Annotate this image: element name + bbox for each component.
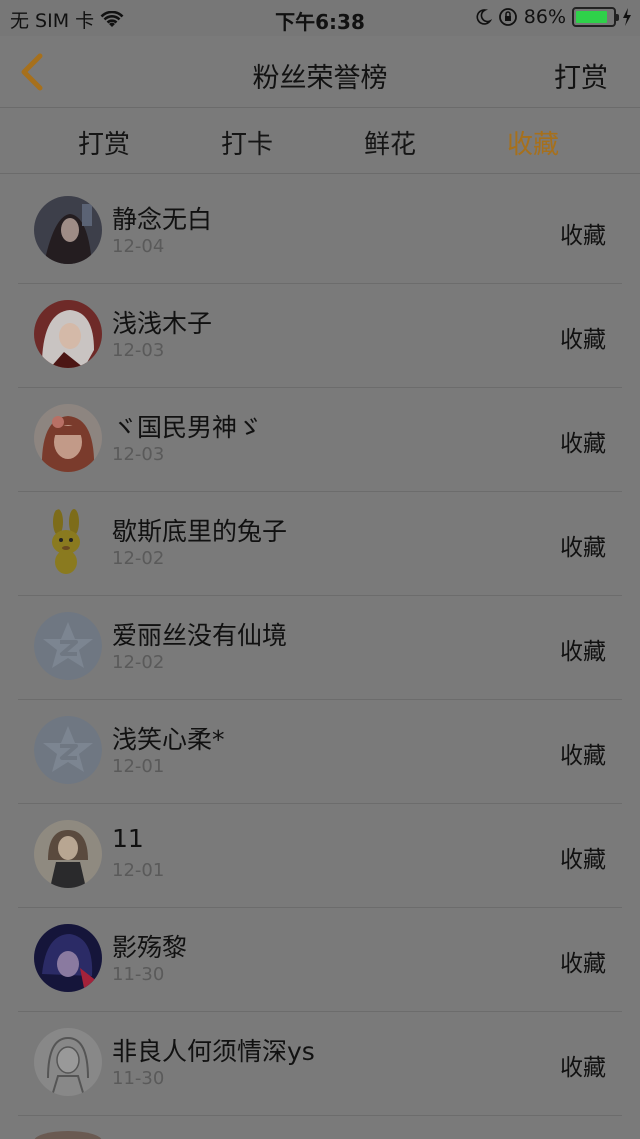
nav-bar: 粉丝荣誉榜 打赏 xyxy=(0,36,640,108)
dark-anime-avatar xyxy=(34,924,102,992)
battery-icon xyxy=(572,7,619,27)
fan-date: 12-02 xyxy=(112,548,165,569)
list-item[interactable]: 浅笑心柔* 12-01 收藏 xyxy=(18,700,622,804)
fan-action: 收藏 xyxy=(560,327,606,353)
fan-name: 11 xyxy=(112,824,144,853)
fan-date: 12-03 xyxy=(112,444,165,465)
battery-fill xyxy=(576,11,607,23)
fan-date: 12-01 xyxy=(112,860,165,881)
fan-date: 12-03 xyxy=(112,340,165,361)
reward-button[interactable]: 打赏 xyxy=(554,56,608,95)
default-star-avatar xyxy=(34,612,102,680)
default-star-avatar xyxy=(34,716,102,784)
list-item[interactable]: 浅浅木子 12-03 收藏 xyxy=(18,284,622,388)
status-bar: 无 SIM 卡 下午6:38 86% xyxy=(0,0,640,36)
tab-flowers[interactable]: 鲜花 xyxy=(340,124,440,161)
fan-name: 影殇黎 xyxy=(112,933,188,962)
fan-action: 收藏 xyxy=(560,743,606,769)
moon-icon xyxy=(476,9,492,25)
list-item[interactable]: 静念无白 12-04 收藏 xyxy=(18,180,622,284)
battery-percent: 86% xyxy=(523,6,566,28)
fan-name: 爱丽丝没有仙境 xyxy=(112,621,288,650)
anime-girl-avatar xyxy=(34,196,102,264)
fan-action: 收藏 xyxy=(560,535,606,561)
list-item[interactable]: 非良人何须情深ys 11-30 收藏 xyxy=(18,1012,622,1116)
back-button[interactable] xyxy=(16,52,50,92)
fan-action: 收藏 xyxy=(560,847,606,873)
fan-name: 非良人何须情深ys xyxy=(112,1037,315,1066)
sketch-girl-avatar xyxy=(34,1028,102,1096)
girl-photo-avatar xyxy=(34,404,102,472)
status-right: 86% xyxy=(474,6,632,28)
white-hair-avatar xyxy=(34,300,102,368)
fan-date: 12-01 xyxy=(112,756,165,777)
tab-bar: 打赏 打卡 鲜花 收藏 xyxy=(0,108,640,174)
tab-checkin[interactable]: 打卡 xyxy=(197,124,297,161)
charging-bolt-icon xyxy=(623,8,631,26)
fan-action: 收藏 xyxy=(560,639,606,665)
fan-list: 静念无白 12-04 收藏 浅浅木子 12-03 收藏 ヾ国民男神ゞ 12-03… xyxy=(0,180,640,1116)
list-item[interactable]: 11 12-01 收藏 xyxy=(18,804,622,908)
fan-name: 静念无白 xyxy=(112,205,213,234)
fan-action: 收藏 xyxy=(560,431,606,457)
page-title: 粉丝荣誉榜 xyxy=(252,63,388,94)
tab-favorites[interactable]: 收藏 xyxy=(483,124,583,161)
fan-name: 歇斯底里的兔子 xyxy=(112,517,288,546)
fan-name: ヾ国民男神ゞ xyxy=(112,413,263,442)
anime-dark-dress-avatar xyxy=(34,820,102,888)
rotation-lock-icon xyxy=(498,8,517,26)
fan-action: 收藏 xyxy=(560,951,606,977)
fan-date: 12-02 xyxy=(112,652,165,673)
partial-avatar xyxy=(34,1131,102,1139)
fan-date: 11-30 xyxy=(112,1068,165,1089)
yellow-rabbit-avatar xyxy=(34,508,102,576)
list-item[interactable]: 歇斯底里的兔子 12-02 收藏 xyxy=(18,492,622,596)
chevron-left-icon xyxy=(21,53,43,91)
fan-date: 11-30 xyxy=(112,964,165,985)
fan-date: 12-04 xyxy=(112,236,165,257)
list-item[interactable]: 影殇黎 11-30 收藏 xyxy=(18,908,622,1012)
list-item[interactable]: ヾ国民男神ゞ 12-03 收藏 xyxy=(18,388,622,492)
tab-reward[interactable]: 打赏 xyxy=(54,124,154,161)
list-item[interactable]: 爱丽丝没有仙境 12-02 收藏 xyxy=(18,596,622,700)
fan-name: 浅笑心柔* xyxy=(112,725,225,754)
fan-action: 收藏 xyxy=(560,1055,606,1081)
fan-name: 浅浅木子 xyxy=(112,309,213,338)
fan-action: 收藏 xyxy=(560,223,606,249)
